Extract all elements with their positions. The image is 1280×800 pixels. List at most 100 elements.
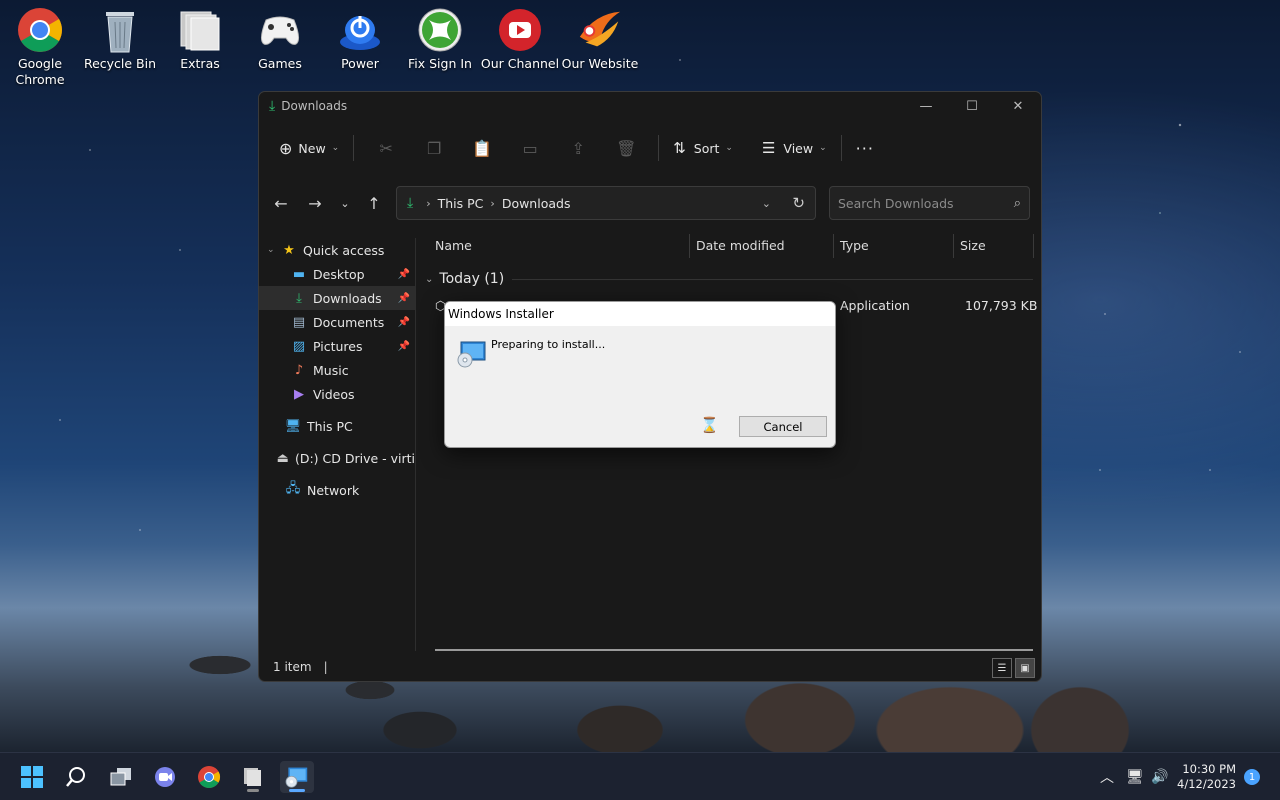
desktop-icon-our-website[interactable]: Our Website	[560, 6, 640, 72]
refresh-icon[interactable]: ↻	[792, 194, 805, 212]
taskbar-file-explorer[interactable]	[236, 761, 270, 793]
view-button[interactable]: ☰ View ⌄	[756, 130, 833, 166]
maximize-button[interactable]: ☐	[949, 92, 995, 120]
delete-icon[interactable]: 🗑	[602, 130, 650, 166]
desktop-icon-power[interactable]: Power	[320, 6, 400, 72]
task-view-button[interactable]	[104, 761, 138, 793]
start-button[interactable]	[15, 761, 49, 793]
paste-icon[interactable]: 📋	[458, 130, 506, 166]
window-controls: — ☐ ✕	[903, 92, 1041, 120]
column-header-date-modified[interactable]: Date modified	[696, 238, 785, 253]
details-view-button[interactable]: ☰	[992, 658, 1012, 678]
sidebar-item-label: Pictures	[313, 338, 363, 354]
taskbar-chrome[interactable]	[192, 761, 226, 793]
sidebar-item-label: Quick access	[303, 242, 385, 258]
search-input[interactable]	[838, 195, 998, 211]
desktop-icon-games[interactable]: Games	[240, 6, 320, 72]
sidebar-item-quick-access[interactable]: ⌄ ★ Quick access	[259, 238, 415, 262]
volume-tray-button[interactable]: 🔊	[1151, 753, 1168, 800]
rename-icon[interactable]: ▭	[506, 130, 554, 166]
copy-icon[interactable]: ❐	[410, 130, 458, 166]
new-button[interactable]: ⊕ New ⌄	[273, 130, 345, 166]
taskbar-windows-installer[interactable]	[280, 761, 314, 793]
folder-stack-icon	[244, 768, 261, 786]
chevron-down-icon[interactable]: ⌄	[762, 197, 771, 210]
column-header-name[interactable]: Name	[435, 238, 472, 253]
forward-button[interactable]: →	[301, 186, 329, 220]
file-size: 107,793 KB	[965, 298, 1038, 313]
more-options-button[interactable]: ···	[850, 130, 880, 166]
pin-icon: 📌	[397, 268, 410, 280]
search-icon	[66, 767, 85, 787]
teams-chat-button[interactable]	[148, 761, 182, 793]
toolbar-separator	[353, 135, 355, 161]
sidebar-item-videos[interactable]: ▶ Videos	[259, 382, 415, 406]
pin-icon: 📌	[397, 292, 410, 304]
address-bar[interactable]: ⤓ › This PC › Downloads ⌄ ↻	[396, 186, 816, 220]
desktop-icon-recycle-bin[interactable]: Recycle Bin	[80, 6, 160, 72]
recent-locations-button[interactable]: ⌄	[331, 186, 359, 220]
search-button[interactable]	[59, 761, 93, 793]
notification-badge[interactable]: 1	[1244, 769, 1260, 785]
large-icons-view-button[interactable]: ▣	[1015, 658, 1035, 678]
breadcrumb-this-pc[interactable]: This PC	[438, 196, 484, 211]
share-icon[interactable]: ⇪	[554, 130, 602, 166]
up-button[interactable]: ↑	[360, 186, 388, 220]
dialog-message: Preparing to install...	[491, 338, 606, 351]
column-header-type[interactable]: Type	[840, 238, 869, 253]
video-icon: ▶	[294, 386, 304, 402]
column-divider[interactable]	[833, 234, 834, 258]
arrow-left-icon: ←	[274, 193, 288, 213]
column-divider[interactable]	[1033, 234, 1034, 258]
chevron-down-icon: ⌄	[725, 143, 733, 153]
sidebar-item-music[interactable]: ♪ Music	[259, 358, 415, 382]
desktop-icon-label: Our Website	[561, 56, 639, 71]
group-divider	[512, 278, 1033, 280]
download-arrow-icon: ⤓	[407, 195, 414, 211]
desktop-icon-google-chrome[interactable]: Google Chrome	[0, 6, 80, 88]
item-count: 1 item	[273, 660, 312, 674]
column-header-size[interactable]: Size	[960, 238, 986, 253]
group-header-today[interactable]: ⌄ Today (1)	[425, 268, 1033, 290]
desktop-icon-extras[interactable]: Extras	[160, 6, 240, 72]
desktop-icon-fix-sign-in[interactable]: Fix Sign In	[400, 6, 480, 72]
sidebar-item-pictures[interactable]: ▨ Pictures 📌	[259, 334, 415, 358]
desktop-folder-icon: ▬	[292, 266, 306, 282]
cut-icon[interactable]: ✂	[362, 130, 410, 166]
column-divider[interactable]	[953, 234, 954, 258]
sidebar-item-downloads[interactable]: ⤓ Downloads 📌	[259, 286, 415, 310]
back-button[interactable]: ←	[267, 186, 295, 220]
installer-disc-icon	[285, 767, 308, 788]
search-box[interactable]: ⌕	[829, 186, 1030, 220]
youtube-icon	[496, 6, 544, 54]
sidebar-item-cd-drive[interactable]: ⏏ (D:) CD Drive - virti	[259, 446, 415, 470]
star-icon: ★	[283, 242, 295, 258]
horizontal-scrollbar[interactable]	[435, 649, 1033, 651]
sidebar-item-network[interactable]: 🖧 Network	[259, 478, 415, 502]
minimize-button[interactable]: —	[903, 92, 949, 120]
breadcrumb-downloads[interactable]: Downloads	[502, 196, 571, 211]
desktop-icon-label: Games	[258, 56, 302, 71]
download-arrow-icon: ⤓	[296, 290, 302, 306]
sort-button[interactable]: ⇅ Sort ⌄	[667, 130, 739, 166]
status-divider: |	[323, 660, 328, 674]
show-hidden-icons-button[interactable]: ︿	[1100, 753, 1114, 800]
navigation-pane: ⌄ ★ Quick access ▬ Desktop 📌 ⤓ Downloads…	[259, 238, 416, 651]
sidebar-item-this-pc[interactable]: 🖥 This PC	[259, 414, 415, 438]
plus-circle-icon: ⊕	[279, 138, 293, 158]
column-headers: Name Date modified Type Size	[417, 232, 1041, 260]
cancel-button[interactable]: Cancel	[739, 416, 827, 437]
arrow-right-icon: →	[308, 193, 322, 213]
windows-logo-icon	[21, 766, 43, 788]
system-clock[interactable]: 10:30 PM 4/12/2023	[1177, 762, 1236, 792]
column-divider[interactable]	[689, 234, 690, 258]
sidebar-item-desktop[interactable]: ▬ Desktop 📌	[259, 262, 415, 286]
close-button[interactable]: ✕	[995, 92, 1041, 120]
desktop-icon-our-channel[interactable]: Our Channel	[480, 6, 560, 72]
hourglass-cursor-icon: ⌛	[700, 416, 719, 434]
sidebar-item-documents[interactable]: ▤ Documents 📌	[259, 310, 415, 334]
desktop-icon-label: Our Channel	[480, 56, 560, 71]
chevron-down-icon: ⌄	[267, 245, 275, 255]
chevron-down-icon: ⌄	[425, 273, 434, 285]
network-tray-button[interactable]: 🖥	[1126, 753, 1144, 800]
